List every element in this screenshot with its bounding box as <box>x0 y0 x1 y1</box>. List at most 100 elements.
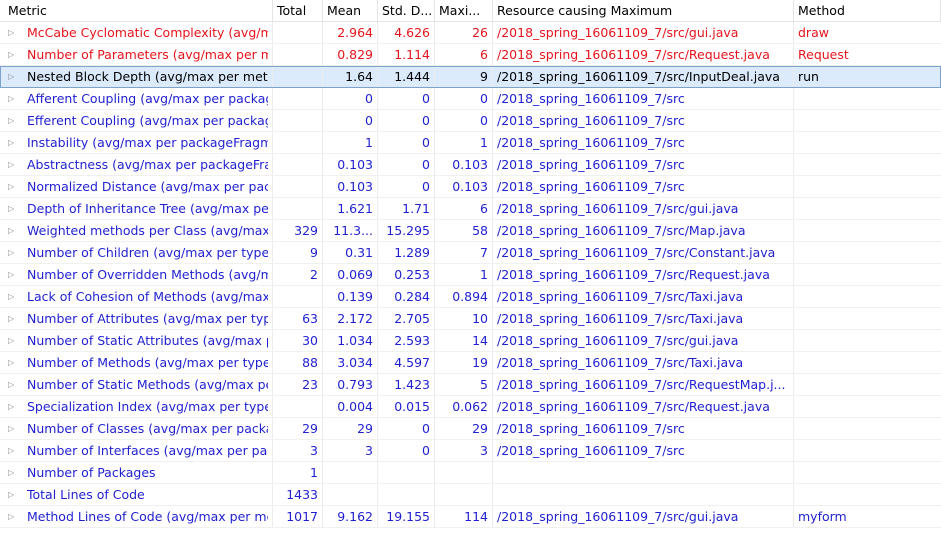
table-row[interactable]: ▷ Number of Packages 1 <box>0 462 941 484</box>
expand-triangle-icon[interactable]: ▷ <box>8 462 18 483</box>
mean-cell: 1.034 <box>323 330 378 351</box>
metric-name: Number of Children (avg/max per type) <box>27 244 268 260</box>
table-row[interactable]: ▷ Number of Overridden Methods (avg/max p… <box>0 264 941 286</box>
expand-triangle-icon[interactable]: ▷ <box>8 418 18 439</box>
column-header-mean[interactable]: Mean <box>323 0 378 22</box>
table-row[interactable]: ▷ Lack of Cohesion of Methods (avg/max pe… <box>0 286 941 308</box>
expand-triangle-icon[interactable]: ▷ <box>8 242 18 263</box>
maximum-cell: 10 <box>435 308 493 329</box>
std-dev-cell: 4.626 <box>378 22 435 43</box>
expand-triangle-icon[interactable]: ▷ <box>8 506 18 527</box>
metric-name: Depth of Inheritance Tree (avg/max per t… <box>27 200 268 216</box>
table-row[interactable]: ▷ Number of Static Attributes (avg/max pe… <box>0 330 941 352</box>
resource-cell: /2018_spring_16061109_7/src/InputDeal.ja… <box>493 66 794 87</box>
table-row[interactable]: ▷ McCabe Cyclomatic Complexity (avg/max p… <box>0 22 941 44</box>
metric-cell: ▷ Abstractness (avg/max per packageFragme… <box>0 154 273 175</box>
metric-cell: ▷ Number of Packages <box>0 462 273 483</box>
expand-triangle-icon[interactable]: ▷ <box>8 484 18 505</box>
expand-triangle-icon[interactable]: ▷ <box>8 132 18 153</box>
table-row[interactable]: ▷ Number of Children (avg/max per type) 9 0… <box>0 242 941 264</box>
table-row[interactable]: ▷ Number of Static Methods (avg/max per t… <box>0 374 941 396</box>
method-cell <box>794 374 941 395</box>
table-row[interactable]: ▷ Instability (avg/max per packageFragmen… <box>0 132 941 154</box>
expand-triangle-icon[interactable]: ▷ <box>8 286 18 307</box>
method-cell <box>794 242 941 263</box>
table-row[interactable]: ▷ Method Lines of Code (avg/max per metho… <box>0 506 941 528</box>
expand-triangle-icon[interactable]: ▷ <box>8 374 18 395</box>
metric-cell: ▷ Number of Interfaces (avg/max per packa… <box>0 440 273 461</box>
metric-name: Number of Packages <box>27 464 156 480</box>
total-cell: 63 <box>273 308 323 329</box>
mean-cell: 2.172 <box>323 308 378 329</box>
column-header-method[interactable]: Method <box>794 0 941 22</box>
table-row[interactable]: ▷ Efferent Coupling (avg/max per packageF… <box>0 110 941 132</box>
maximum-cell: 0.062 <box>435 396 493 417</box>
table-row[interactable]: ▷ Weighted methods per Class (avg/max per… <box>0 220 941 242</box>
table-row[interactable]: ▷ Number of Interfaces (avg/max per packa… <box>0 440 941 462</box>
metric-name: Number of Interfaces (avg/max per packag… <box>27 442 268 458</box>
table-row[interactable]: ▷ Number of Attributes (avg/max per type)… <box>0 308 941 330</box>
metric-name: Nested Block Depth (avg/max per method) <box>27 68 268 84</box>
resource-cell: /2018_spring_16061109_7/src/gui.java <box>493 506 794 527</box>
mean-cell: 0.069 <box>323 264 378 285</box>
std-dev-cell: 0.015 <box>378 396 435 417</box>
metric-cell: ▷ Number of Static Attributes (avg/max pe… <box>0 330 273 351</box>
mean-cell: 1 <box>323 132 378 153</box>
table-row[interactable]: ▷ Total Lines of Code 1433 <box>0 484 941 506</box>
method-cell: run <box>798 69 819 84</box>
column-header-std-dev[interactable]: Std. D... <box>378 0 435 22</box>
resource-cell: /2018_spring_16061109_7/src/Constant.jav… <box>493 242 794 263</box>
expand-triangle-icon[interactable]: ▷ <box>8 88 18 109</box>
total-cell: 23 <box>273 374 323 395</box>
expand-triangle-icon[interactable]: ▷ <box>8 308 18 329</box>
expand-triangle-icon[interactable]: ▷ <box>8 396 18 417</box>
mean-cell: 2.964 <box>323 22 378 43</box>
expand-triangle-icon[interactable]: ▷ <box>8 352 18 373</box>
metric-name: Number of Parameters (avg/max per method… <box>27 46 268 62</box>
table-row[interactable]: ▷ Normalized Distance (avg/max per packag… <box>0 176 941 198</box>
expand-triangle-icon[interactable]: ▷ <box>8 110 18 131</box>
table-row[interactable]: ▷ Number of Parameters (avg/max per metho… <box>0 44 941 66</box>
expand-triangle-icon[interactable]: ▷ <box>8 154 18 175</box>
resource-cell: /2018_spring_16061109_7/src <box>493 110 794 131</box>
expand-triangle-icon[interactable]: ▷ <box>8 198 18 219</box>
expand-triangle-icon[interactable]: ▷ <box>8 220 18 241</box>
std-dev-cell: 19.155 <box>378 506 435 527</box>
metric-name: Efferent Coupling (avg/max per packageFr… <box>27 112 268 128</box>
table-row[interactable]: ▷ Specialization Index (avg/max per type)… <box>0 396 941 418</box>
table-row[interactable]: ▷ Depth of Inheritance Tree (avg/max per … <box>0 198 941 220</box>
column-header-metric[interactable]: Metric <box>0 0 273 22</box>
resource-cell: /2018_spring_16061109_7/src/RequestMap.j… <box>493 374 794 395</box>
total-cell <box>273 396 323 417</box>
expand-triangle-icon[interactable]: ▷ <box>8 22 18 43</box>
table-row[interactable]: ▷ Number of Methods (avg/max per type) 88 3… <box>0 352 941 374</box>
table-row[interactable]: ▷ Nested Block Depth (avg/max per method)… <box>0 66 941 88</box>
resource-cell: /2018_spring_16061109_7/src/Map.java <box>493 220 794 241</box>
method-cell <box>794 132 941 153</box>
method-cell <box>794 198 941 219</box>
column-header-resource[interactable]: Resource causing Maximum <box>493 0 794 22</box>
maximum-cell: 14 <box>435 330 493 351</box>
metric-cell: ▷ Number of Parameters (avg/max per metho… <box>0 44 273 65</box>
maximum-cell: 58 <box>435 220 493 241</box>
expand-triangle-icon[interactable]: ▷ <box>8 330 18 351</box>
metric-name: Instability (avg/max per packageFragment… <box>27 134 268 150</box>
mean-cell: 0.829 <box>323 44 378 65</box>
table-row[interactable]: ▷ Afferent Coupling (avg/max per packageF… <box>0 88 941 110</box>
resource-cell: /2018_spring_16061109_7/src/Taxi.java <box>493 352 794 373</box>
metric-cell: ▷ Weighted methods per Class (avg/max per… <box>0 220 273 241</box>
std-dev-cell: 0 <box>378 440 435 461</box>
column-header-total[interactable]: Total <box>273 0 323 22</box>
mean-cell: 1.64 <box>323 66 378 87</box>
expand-triangle-icon[interactable]: ▷ <box>8 176 18 197</box>
expand-triangle-icon[interactable]: ▷ <box>8 66 18 87</box>
expand-triangle-icon[interactable]: ▷ <box>8 44 18 65</box>
table-row[interactable]: ▷ Abstractness (avg/max per packageFragme… <box>0 154 941 176</box>
table-row[interactable]: ▷ Number of Classes (avg/max per packageF… <box>0 418 941 440</box>
std-dev-cell: 2.705 <box>378 308 435 329</box>
mean-cell <box>323 484 378 505</box>
expand-triangle-icon[interactable]: ▷ <box>8 264 18 285</box>
expand-triangle-icon[interactable]: ▷ <box>8 440 18 461</box>
metric-name: Specialization Index (avg/max per type) <box>27 398 268 414</box>
column-header-maximum[interactable]: Maxi... <box>435 0 493 22</box>
